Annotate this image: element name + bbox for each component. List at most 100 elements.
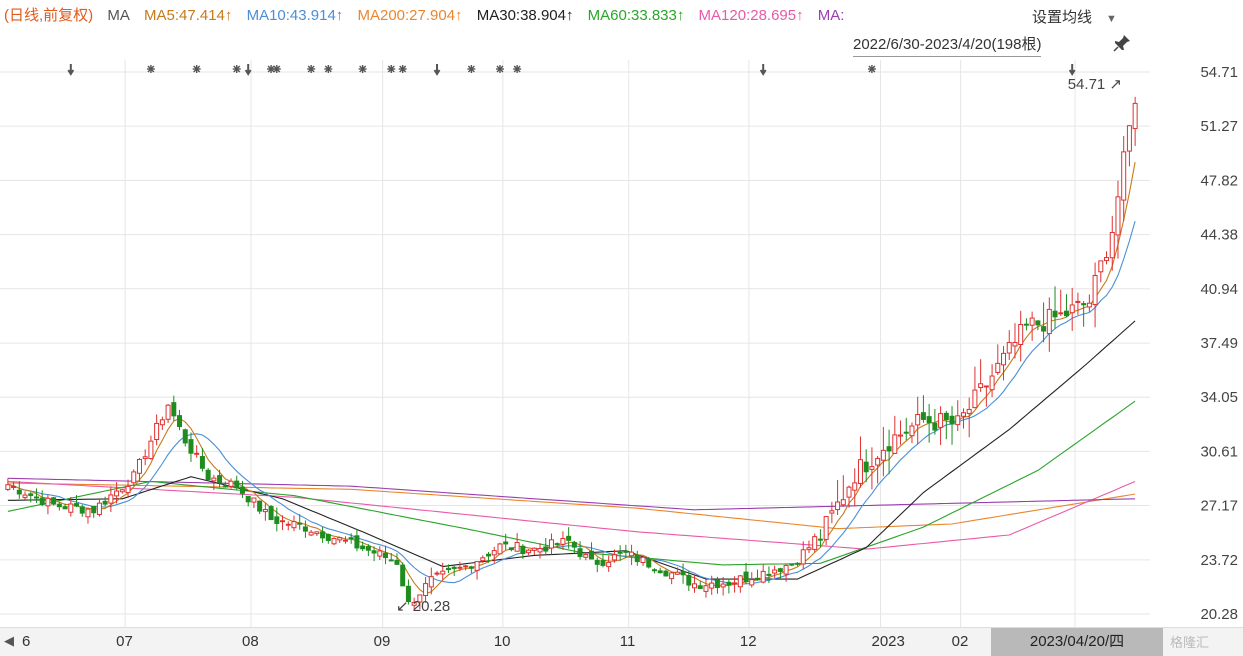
candle-down — [28, 493, 34, 496]
y-tick-label: 51.27 — [1200, 118, 1238, 135]
candle-down — [400, 564, 406, 587]
candle-down — [726, 581, 732, 586]
y-tick-label: 37.49 — [1200, 335, 1238, 352]
event-star-icon — [398, 65, 407, 73]
candle-up — [1109, 231, 1115, 259]
candle-up — [125, 485, 131, 494]
time-axis[interactable]: ◀ 607080910111220230203 2023/04/20/四 — [0, 627, 1243, 656]
candle-down — [394, 559, 400, 565]
candle-down — [302, 526, 308, 532]
candle-down — [188, 439, 194, 454]
candle-up — [85, 508, 91, 518]
candle-down — [56, 503, 62, 508]
candle-down — [686, 575, 692, 586]
candle-up — [548, 539, 554, 549]
candle-up — [280, 520, 286, 523]
candle-up — [474, 561, 480, 571]
candle-down — [754, 577, 760, 581]
candle-up — [331, 538, 337, 545]
candle-down — [680, 570, 686, 576]
event-star-icon — [867, 65, 876, 73]
candle-down — [817, 538, 823, 541]
candle-down — [79, 506, 85, 514]
candle-up — [194, 452, 200, 455]
candle-up — [491, 550, 497, 556]
candle-down — [348, 537, 354, 540]
x-tick-label: 10 — [493, 633, 511, 650]
candle-down — [766, 573, 772, 576]
candle-up — [875, 457, 881, 466]
candle-down — [886, 446, 892, 452]
candle-up — [560, 537, 566, 545]
candle-down — [1023, 323, 1029, 326]
candle-down — [388, 559, 394, 562]
candle-down — [503, 541, 509, 545]
candle-down — [325, 533, 331, 541]
candle-down — [594, 559, 600, 565]
candle-up — [1086, 302, 1092, 308]
candle-down — [51, 497, 57, 505]
x-tick-label: 09 — [373, 633, 391, 650]
candlestick-chart[interactable]: 54.71 51.27 47.82 44.38 40.94 37.49 34.05 30.61… — [0, 0, 1243, 627]
candle-up — [211, 477, 217, 482]
candle-up — [434, 572, 440, 575]
candle-down — [623, 550, 629, 553]
candle-up — [640, 556, 646, 564]
candle-up — [537, 547, 543, 553]
x-tick-label: 12 — [739, 633, 757, 650]
event-star-icon — [272, 65, 281, 73]
candle-up — [11, 485, 17, 488]
event-star-icon — [467, 65, 476, 73]
candle-up — [1069, 304, 1075, 314]
candle-down — [508, 547, 514, 551]
event-arrow-icon — [759, 64, 767, 76]
candle-down — [634, 554, 640, 563]
candle-up — [291, 521, 297, 529]
candle-up — [1075, 300, 1081, 303]
candle-up — [966, 408, 972, 414]
candle-up — [709, 582, 715, 589]
x-tick-label: 08 — [242, 633, 259, 650]
event-star-icon — [232, 65, 241, 73]
candle-down — [554, 543, 560, 546]
candle-down — [1063, 310, 1069, 317]
candle-down — [486, 553, 492, 557]
candle-up — [159, 419, 165, 426]
ma-line-ma10 — [7, 221, 1136, 585]
watermark: 格隆汇 — [1170, 635, 1210, 650]
scroll-left-icon[interactable]: ◀ — [4, 633, 14, 649]
candle-up — [22, 494, 28, 499]
candle-up — [1006, 341, 1012, 354]
candle-up — [165, 404, 171, 420]
y-tick-label: 27.17 — [1200, 498, 1238, 515]
candle-down — [920, 412, 926, 420]
candle-up — [1098, 260, 1104, 273]
candle-up — [892, 434, 898, 454]
candle-up — [995, 362, 1001, 373]
event-star-icon — [307, 65, 316, 73]
event-star-icon — [513, 65, 522, 73]
candle-down — [617, 551, 623, 554]
candle-up — [840, 499, 846, 506]
candle-up — [1104, 257, 1110, 262]
candle-up — [1012, 341, 1018, 347]
candle-up — [823, 516, 829, 540]
event-star-icon — [192, 65, 201, 73]
event-arrow-icon — [433, 64, 441, 76]
candle-up — [1058, 312, 1064, 315]
candle-down — [274, 516, 280, 524]
candle-down — [354, 535, 360, 549]
candle-up — [463, 565, 469, 568]
candle-down — [451, 566, 457, 569]
x-tick-label: 11 — [619, 633, 636, 650]
candle-down — [234, 480, 240, 489]
ma-line-ma120 — [7, 480, 1136, 550]
candle-up — [800, 549, 806, 565]
candle-down — [445, 567, 451, 571]
candle-up — [228, 480, 234, 487]
candle-down — [205, 469, 211, 481]
y-tick-label: 20.28 — [1200, 606, 1238, 623]
candle-up — [108, 494, 114, 504]
candle-up — [114, 490, 120, 497]
low-price-label: ↙ 20.28 — [396, 598, 450, 615]
